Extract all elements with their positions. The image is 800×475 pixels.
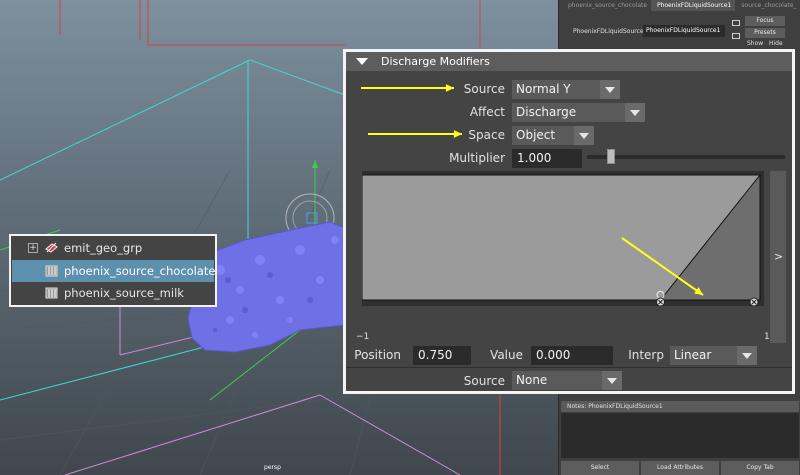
source-value: Normal Y [516,82,571,96]
node-name-field[interactable]: PhoenixFDLiquidSource1 [643,25,725,37]
phoenix-source-icon [45,265,58,277]
outliner-item-label: emit_geo_grp [64,241,143,255]
node-type-label: PhoenixFDLiquidSource: [573,28,646,35]
camera-label: persp [264,464,281,471]
source-dropdown[interactable]: Normal Y [512,80,620,99]
multiplier-slider-handle[interactable] [606,149,615,164]
affect-dropdown[interactable]: Discharge [512,103,645,122]
interp-dropdown[interactable]: Linear [670,346,757,365]
select-button[interactable]: Select [561,461,639,475]
collapse-triangle-icon[interactable] [356,58,368,65]
affect-label: Affect [469,105,505,119]
space-value: Object [516,128,556,142]
outliner-popup: + emit_geo_grp phoenix_source_chocolate [9,234,217,307]
section-title: Discharge Modifiers [381,55,490,68]
interp-label: Interp [628,348,664,362]
value-label: Value [490,348,523,362]
chevron-down-icon[interactable] [574,126,594,145]
node-tabs: phoenix_source_chocolate PhoenixFDLiquid… [562,0,800,11]
tab-phoenixfdliquidsource1[interactable]: PhoenixFDLiquidSource1 [650,0,736,11]
ramp-max-label: 1 [764,332,770,342]
position-label: Position [354,348,401,362]
source-label: Source [463,82,505,96]
chevron-down-icon[interactable] [625,103,645,122]
separator [346,367,792,368]
space-label: Space [468,128,505,142]
hide-button[interactable]: Hide [769,40,783,47]
expand-ramp-button[interactable]: > [770,171,786,343]
multiplier-slider-track[interactable] [587,155,785,159]
notes-header: Notes: PhoenixFDLiquidSource1 [561,401,799,412]
tab-source-chocolate[interactable]: source_chocolate_ [735,0,800,11]
section-header[interactable]: Discharge Modifiers [346,52,792,71]
ramp-graph[interactable] [361,171,764,307]
ramp-editor[interactable] [361,171,764,307]
affect-value: Discharge [516,105,577,119]
ramp-min-label: −1 [356,332,370,342]
presets-button[interactable]: Presets [745,28,785,38]
outliner-item-label: phoenix_source_milk [64,286,184,301]
show-button[interactable]: Show [747,40,763,47]
space-dropdown[interactable]: Object [512,126,594,145]
focus-button[interactable]: Focus [745,16,785,26]
bottom-source-value: None [516,373,548,387]
interp-value: Linear [674,348,712,362]
chevron-down-icon[interactable] [737,346,757,365]
discharge-modifiers-panel: Discharge Modifiers Source Normal Y Affe… [343,49,795,394]
chevron-down-icon[interactable] [602,371,622,390]
output-connection-icon[interactable] [732,33,740,39]
outliner-item-phoenix-source-milk[interactable]: phoenix_source_milk [12,282,214,305]
outliner-item-phoenix-source-chocolate[interactable]: phoenix_source_chocolate [12,259,216,283]
multiplier-field[interactable]: 1.000 [512,149,582,168]
expand-icon[interactable]: + [28,243,38,253]
group-transform-icon [45,242,58,253]
notes-textarea[interactable] [561,413,799,458]
phoenix-source-icon [45,287,58,299]
copy-tab-button[interactable]: Copy Tab [721,461,799,475]
multiplier-label: Multiplier [449,151,505,165]
bottom-source-dropdown[interactable]: None [512,371,622,390]
load-attributes-button[interactable]: Load Attributes [641,461,719,475]
tab-phoenix-source-chocolate[interactable]: phoenix_source_chocolate [562,0,651,11]
attribute-editor-buttons: Select Load Attributes Copy Tab [561,461,799,475]
outliner-item-label: phoenix_source_chocolate [64,263,216,278]
input-connection-icon[interactable] [732,20,740,26]
bottom-source-label: Source [463,374,505,388]
chevron-right-icon: > [774,250,784,263]
outliner-item-emit-geo-grp[interactable]: + emit_geo_grp [12,237,214,260]
chevron-down-icon[interactable] [600,80,620,99]
